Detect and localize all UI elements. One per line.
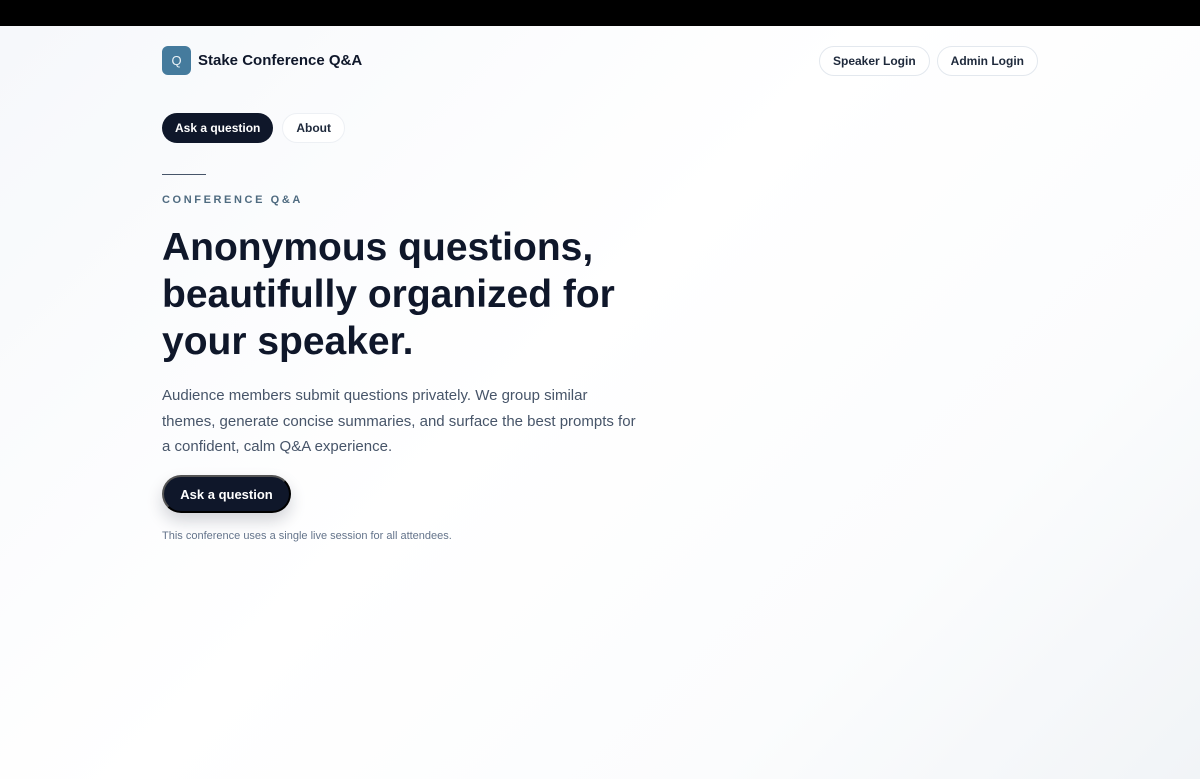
hero-headline: Anonymous questions, beautifully organiz… [162, 226, 615, 363]
session-note: This conference uses a single live sessi… [162, 530, 452, 542]
brand-name: Stake Conference Q&A [198, 52, 363, 69]
admin-login-button[interactable]: Admin Login [936, 46, 1038, 76]
section-divider [162, 174, 206, 175]
landing-page: Q Stake Conference Q&A Speaker Login Adm… [0, 26, 1200, 779]
site-header: Q Stake Conference Q&A Speaker Login Adm… [162, 46, 1038, 76]
ask-question-button[interactable]: Ask a question [162, 475, 291, 513]
tab-ask-a-question[interactable]: Ask a question [162, 113, 274, 143]
main-nav: Ask a question About [162, 113, 346, 143]
browser-top-bar [0, 0, 1200, 26]
eyebrow-label: CONFERENCE Q&A [162, 194, 303, 206]
tab-about[interactable]: About [282, 113, 346, 143]
header-actions: Speaker Login Admin Login [818, 46, 1038, 76]
logo-icon: Q [162, 46, 191, 75]
brand[interactable]: Q Stake Conference Q&A [162, 46, 362, 75]
speaker-login-button[interactable]: Speaker Login [818, 46, 930, 76]
hero-description: Audience members submit questions privat… [162, 387, 636, 455]
